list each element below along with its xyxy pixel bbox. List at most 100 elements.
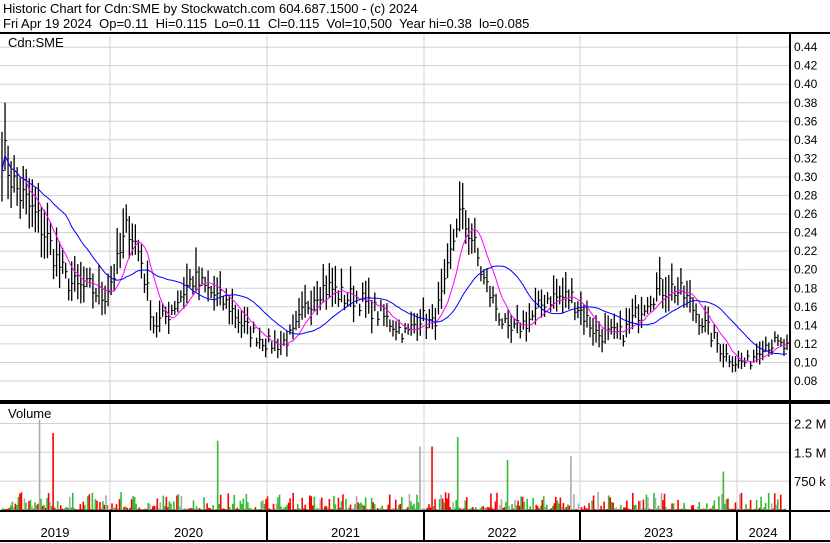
volume-bar — [484, 507, 486, 510]
volume-bar — [619, 504, 622, 510]
volume-bar — [539, 505, 542, 510]
volume-bar — [728, 508, 731, 510]
volume-bar — [93, 508, 95, 510]
volume-bar — [67, 507, 70, 510]
volume-bar — [671, 503, 673, 510]
volume-bar — [293, 509, 296, 510]
volume-bar — [781, 509, 784, 510]
volume-bar — [505, 502, 507, 510]
volume-bar — [228, 506, 231, 510]
volume-bar — [476, 509, 479, 510]
volume-bar — [321, 497, 323, 510]
volume-bar — [757, 509, 759, 510]
volume-bar — [97, 509, 100, 510]
volume-bar — [727, 498, 729, 510]
volume-bar — [680, 509, 682, 510]
volume-bar — [585, 508, 587, 510]
volume-bar — [518, 505, 521, 510]
volume-bar — [268, 508, 270, 510]
volume-bar — [90, 509, 92, 510]
volume-bar — [126, 507, 128, 510]
volume-bar — [58, 509, 60, 510]
volume-bar — [565, 506, 568, 510]
volume-bar — [295, 509, 297, 510]
volume-bar — [609, 497, 611, 510]
price-tick-label: 0.14 — [794, 318, 818, 332]
volume-bar — [770, 503, 773, 510]
volume-bar — [487, 507, 489, 510]
volume-bar — [274, 509, 276, 510]
volume-bar — [35, 505, 38, 510]
volume-bar — [384, 509, 387, 510]
volume-bar — [547, 509, 550, 510]
price-tick-label: 0.32 — [794, 151, 818, 165]
volume-bar — [766, 509, 768, 510]
volume-bar — [693, 509, 696, 510]
volume-bar — [758, 507, 761, 510]
volume-bar — [592, 495, 595, 510]
price-tick-label: 0.20 — [794, 263, 818, 277]
volume-bar — [376, 508, 379, 510]
volume-bar — [636, 509, 639, 510]
volume-bar — [16, 505, 18, 510]
volume-bar — [428, 504, 430, 510]
volume-bar — [408, 493, 411, 510]
volume-bar — [598, 509, 601, 510]
volume-bar — [111, 503, 113, 510]
volume-bar — [132, 496, 134, 510]
volume-bar — [189, 508, 192, 510]
volume-bar — [318, 507, 320, 510]
volume-bar — [776, 499, 779, 510]
volume-bar — [28, 501, 30, 510]
volume-bar — [254, 507, 257, 510]
volume-bar — [151, 506, 154, 510]
volume-bar — [200, 508, 202, 510]
volume-bar — [536, 506, 539, 510]
volume-bar — [399, 503, 402, 510]
volume-bar — [503, 507, 506, 510]
volume-bar — [709, 508, 711, 510]
volume-bar — [475, 507, 477, 510]
volume-bar — [22, 509, 24, 510]
volume-bar — [453, 508, 456, 510]
volume-bar — [672, 503, 675, 510]
volume-bar — [385, 509, 388, 510]
volume-bar — [25, 502, 27, 510]
volume-bar — [71, 492, 74, 510]
volume-bar — [568, 505, 571, 510]
volume-bar — [277, 497, 279, 510]
volume-bar — [449, 507, 451, 510]
volume-bar — [595, 509, 598, 510]
volume-bar — [401, 497, 403, 510]
volume-bar — [668, 509, 670, 510]
price-tick-label: 0.38 — [794, 96, 818, 110]
volume-bar — [555, 496, 557, 510]
volume-bar — [164, 506, 166, 510]
volume-bar — [56, 500, 59, 510]
volume-bar — [490, 493, 492, 510]
volume-bar — [153, 505, 156, 510]
volume-bar — [74, 509, 77, 510]
volume-bar — [257, 509, 260, 510]
volume-bar — [604, 509, 607, 510]
volume-bar — [558, 503, 560, 510]
volume-bar — [742, 509, 744, 510]
volume-bar — [77, 509, 80, 510]
volume-bar — [733, 508, 735, 510]
volume-bar — [459, 508, 462, 510]
volume-bar — [313, 496, 316, 510]
volume-bar — [32, 508, 35, 510]
volume-bar — [333, 495, 335, 510]
volume-bar — [473, 509, 476, 510]
volume-bar — [521, 496, 524, 510]
volume-bar — [238, 509, 240, 510]
volume-bar — [653, 492, 655, 510]
volume-bar — [352, 507, 355, 510]
volume-bar — [393, 508, 396, 510]
volume-bar — [432, 506, 435, 510]
volume-tick-label: 2.2 M — [794, 416, 827, 431]
volume-bar — [337, 497, 340, 510]
volume-bar — [272, 503, 275, 510]
volume-bar — [251, 509, 254, 510]
price-tick-label: 0.28 — [794, 189, 818, 203]
